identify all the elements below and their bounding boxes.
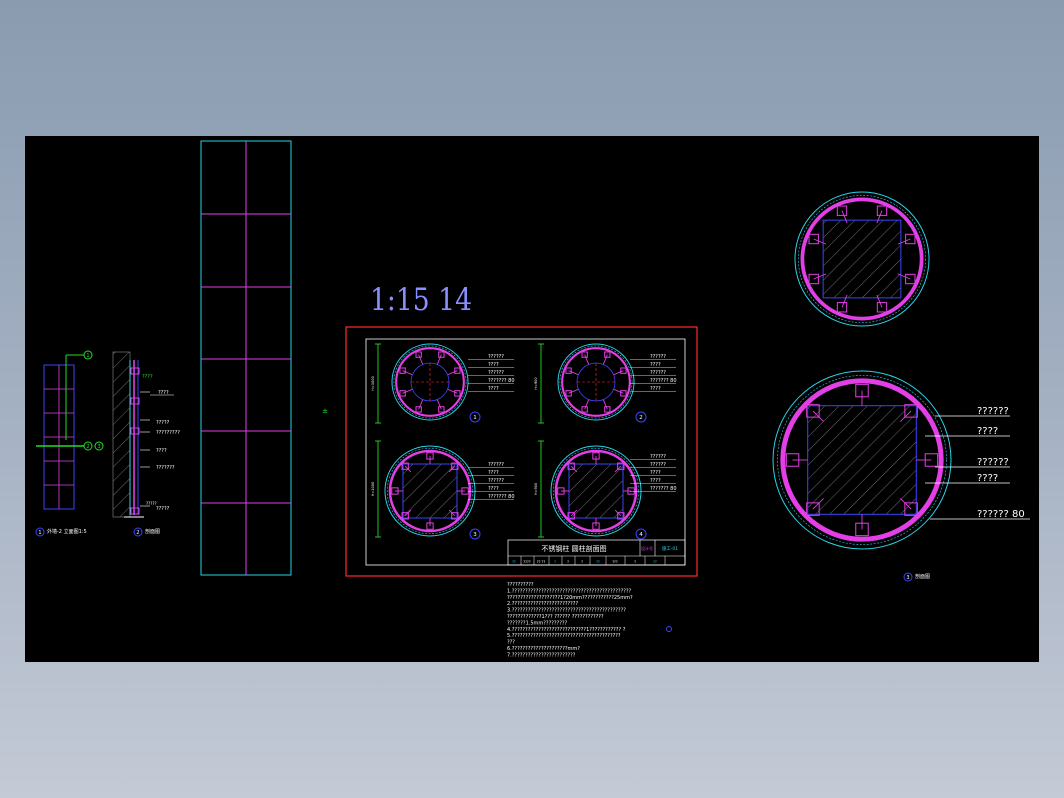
general-note-line: 2.????????????????????????? [507,601,578,607]
title-cell: ? [634,560,636,564]
sheet-notes-2-line: ???? [650,386,661,392]
sheet-notes-1-line: ?????? [488,370,504,376]
view-caption-2: 2 剖面图 [133,527,160,537]
section-number: 2 [639,415,643,421]
big-note-1: ?????? [977,406,1009,417]
title-cell: ? [581,560,583,564]
small-mark: ± [322,407,328,415]
section-note-5: ??????? [156,465,175,471]
sheet-section-4 [550,445,642,537]
sheet-notes-2-line: ?????? [650,370,666,376]
big-view-label: 剖面图 [915,573,930,580]
sheet-notes-4-line: ?????? [650,462,666,468]
general-note-line: ????????????????????1?20mm????????????25… [507,595,633,601]
sheet-notes-3-line: ??????? 80 [488,494,515,500]
title-cell: ? [554,560,556,564]
sheet-notes-3-line: ?????? [488,478,504,484]
general-note-line: 7.???????????????????????? [507,652,576,658]
section-number: 3 [473,532,477,538]
title-cell: ?? [512,560,516,564]
title-block-title: 不锈钢柱 圆柱剖面图 [541,544,606,553]
big-view-num: 3 [906,575,909,581]
dim-label: H=1000 [371,376,375,390]
general-note-line: 4.????????????????????????????1?????????… [507,627,626,633]
view-caption-2-text: 剖面图 [145,528,160,535]
sheet-notes-3-line: ???? [488,486,499,492]
dim-label: H=1000 [371,482,375,496]
general-note-line: 5.??????????????????????????????????????… [507,633,621,639]
general-note-line: 1.??????????????????????????????????????… [507,588,632,594]
title-cell: ?? ?? [537,560,546,564]
balloon-label-1: 1 [86,353,89,359]
big-note-2: ???? [977,426,998,437]
sheet-notes-3-line: ???? [488,470,499,476]
big-note-4: ???? [977,473,998,484]
general-note-line: 6.?????????????????????mm? [507,646,580,652]
section-note-2: ????? [156,420,170,426]
section-top-note: ???? [142,374,153,380]
section-number: 1 [473,415,477,421]
title-cell: ?? [596,560,600,564]
balloon-label-3: 3 [97,444,100,450]
general-note-line: ???????1.5mm????????? [507,620,568,626]
title-cell: ???? [523,560,531,564]
sheet-notes-4-line: ???? [650,478,661,484]
general-note-line: ??? [507,640,515,646]
sheet-notes-4-line: ??????? 80 [650,486,677,492]
section-note-3: ????????? [156,430,180,436]
general-note-line: 3.??????????????????????????????????????… [507,608,626,614]
dim-label: H=900 [534,483,538,495]
sheet-notes-2-line: ???? [650,362,661,368]
big-note-5: ?????? 80 [977,509,1025,520]
title-block-code: 设计号 [641,545,653,551]
big-note-3: ?????? [977,457,1009,468]
title-cell: ??? [612,560,618,564]
sheet-notes-2-line: ??????? 80 [650,378,677,384]
big-view-caption: 3 剖面图 [903,572,930,582]
dim-label: H=900 [534,377,538,389]
sheet-notes-4-line: ???? [650,470,661,476]
section-note-4: ???? [156,448,167,454]
general-note-line: ?????????????1??? ?????? ???????????? [507,614,604,620]
view-caption-1-num: 1 [38,530,41,536]
sheet-section-3 [384,445,476,537]
section-note-1: ???? [158,390,169,396]
sheet-notes-2-line: ?????? [650,354,666,360]
sheet-notes-1-line: ?????? [488,354,504,360]
title-block-no: 施工-01 [662,545,678,552]
general-note-line: ?????????? [507,582,534,588]
sheet-notes-3-line: ?????? [488,462,504,468]
scale-label: 1:15 14 [370,282,472,318]
section-bottom-note: ????? [146,501,157,506]
sheet-notes-4-line: ?????? [650,454,666,460]
balloon-label-2: 2 [86,444,89,450]
title-cell: ?? [653,560,657,564]
section-number: 4 [639,532,643,538]
cad-drawing-canvas[interactable]: 1 2 3 1 外墙-2 立面图1:5 ???? ????? ?????????… [0,0,1064,798]
title-cell: ? [567,560,569,564]
sheet-notes-1-line: ???? [488,362,499,368]
sheet-notes-1-line: ??????? 80 [488,378,515,384]
sheet-notes-1-line: ???? [488,386,499,392]
view-caption-1-text: 外墙-2 立面图1:5 [47,528,87,535]
view-caption-2-num: 2 [136,530,139,536]
section-note-6: ????? [156,506,170,512]
